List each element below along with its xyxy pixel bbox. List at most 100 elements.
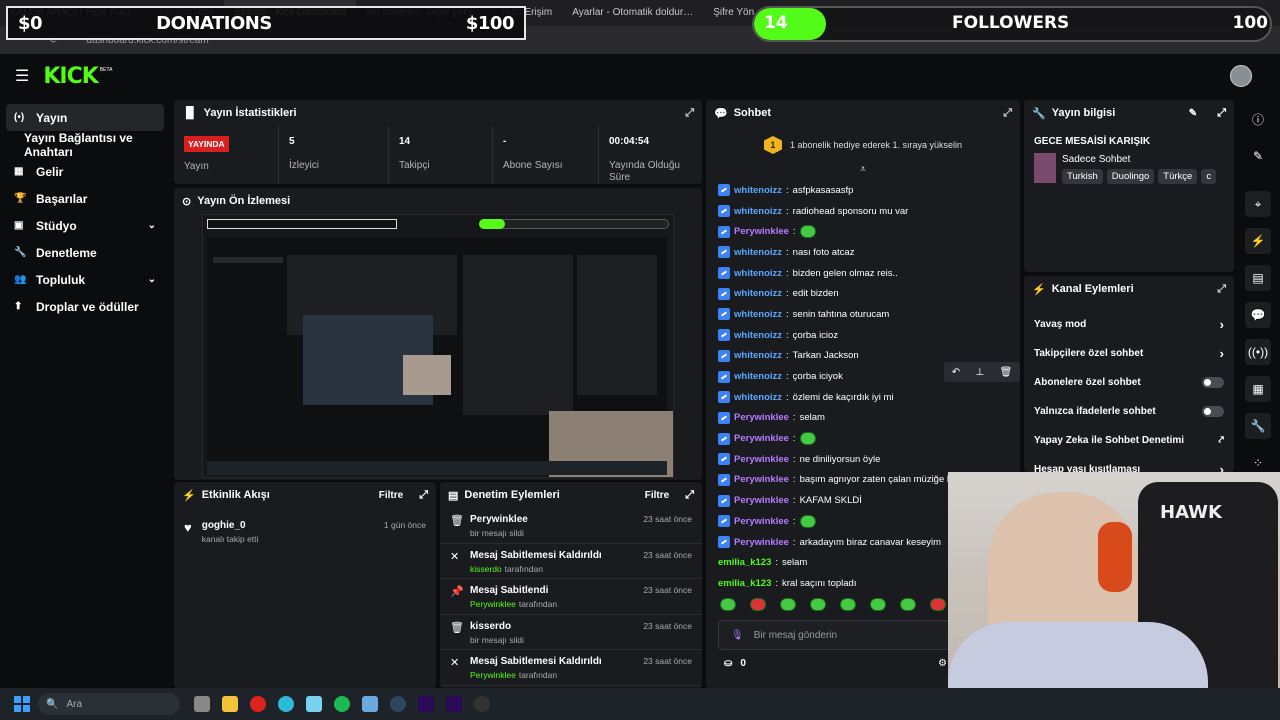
chat-message[interactable]: Perywinklee: ne diniliyorsun öyle <box>718 449 1020 470</box>
emote-icon[interactable] <box>870 598 886 611</box>
sidebar-item-2[interactable]: ▦ Gelir <box>0 158 170 185</box>
emote-icon[interactable] <box>900 598 916 611</box>
sidebar-item-3[interactable]: 🏆 Başarılar <box>0 185 170 212</box>
chat-username[interactable]: whitenoizz <box>734 185 782 196</box>
chat-message[interactable]: whitenoizz: senin tahtına oturucam <box>718 304 1020 325</box>
taskbar-search[interactable]: 🔍 Ara <box>38 693 180 715</box>
task-view-icon[interactable] <box>194 696 210 712</box>
trash-icon[interactable]: 🗑 <box>1000 367 1013 378</box>
sidebar-item-5[interactable]: 🔧 Denetleme <box>0 239 170 266</box>
chat-username[interactable]: Perywinklee <box>734 454 789 465</box>
emote-icon[interactable] <box>750 598 766 611</box>
sidebar-item-0[interactable]: (•) Yayın <box>6 104 164 131</box>
tag-chip[interactable]: Duolingo <box>1106 169 1155 184</box>
flash-icon[interactable]: ⚡ <box>1245 228 1271 254</box>
chat-input-placeholder[interactable]: Bir mesaj gönderin <box>754 630 837 641</box>
broadcast-icon[interactable]: ((•)) <box>1245 339 1271 365</box>
expand-icon[interactable]: ⤢ <box>419 489 428 502</box>
emote-icon[interactable] <box>780 598 796 611</box>
chat-username[interactable]: Perywinklee <box>734 412 789 423</box>
info-icon[interactable]: ⓘ <box>1245 106 1271 132</box>
chat-username[interactable]: whitenoizz <box>734 330 782 341</box>
chevron-down-icon[interactable]: ⌄ <box>148 274 156 285</box>
sidebar-item-1[interactable]: Yayın Bağlantısı ve Anahtarı <box>0 131 170 159</box>
layout-icon[interactable]: ▦ <box>1245 376 1271 402</box>
file-explorer-icon[interactable] <box>222 696 238 712</box>
mod-action-item[interactable]: ✕ Mesaj Sabitlemesi Kaldırıldı Perywinklee… <box>440 650 702 686</box>
expand-icon[interactable]: ⤢ <box>685 489 694 502</box>
emote-icon[interactable] <box>720 598 736 611</box>
chevron-right-icon[interactable]: › <box>1220 346 1224 361</box>
steam-icon[interactable] <box>390 696 406 712</box>
channel-action-item[interactable]: Abonelere özel sohbet <box>1024 368 1234 397</box>
external-link-icon[interactable]: ⤤ <box>1218 435 1224 446</box>
chat-icon[interactable]: 💬 <box>1245 302 1271 328</box>
chat-message[interactable]: whitenoizz: özlemi de kaçırdık iyi mi <box>718 387 1020 408</box>
document-icon[interactable]: ▤ <box>1245 265 1271 291</box>
toggle-switch[interactable] <box>1202 377 1224 388</box>
opera-icon[interactable] <box>250 696 266 712</box>
target-icon[interactable]: ⌖ <box>1245 191 1271 217</box>
chat-message[interactable]: Perywinklee: <box>718 221 1020 242</box>
chat-username[interactable]: emilia_k123 <box>718 557 771 568</box>
chat-message[interactable]: whitenoizz: nası foto atcaz <box>718 242 1020 263</box>
expand-icon[interactable]: ⤢ <box>1003 107 1012 120</box>
emote-icon[interactable] <box>810 598 826 611</box>
chat-username[interactable]: Perywinklee <box>734 495 789 506</box>
chat-username[interactable]: whitenoizz <box>734 371 782 382</box>
points-icon[interactable]: ⛀ <box>724 658 732 669</box>
kick-logo[interactable]: KICK <box>43 64 98 89</box>
chevron-down-icon[interactable]: ⌄ <box>148 220 156 231</box>
sidebar-item-7[interactable]: ⬆ Droplar ve ödüller <box>0 293 170 320</box>
chat-message[interactable]: whitenoizz: bizden gelen olmaz reis.. <box>718 263 1020 284</box>
chat-username[interactable]: whitenoizz <box>734 392 782 403</box>
avatar[interactable] <box>1230 65 1252 87</box>
chat-username[interactable]: Perywinklee <box>734 474 789 485</box>
category-thumbnail[interactable] <box>1034 153 1056 183</box>
chat-username[interactable]: emilia_k123 <box>718 578 771 589</box>
windows-start-icon[interactable] <box>14 696 30 712</box>
toggle-switch[interactable] <box>1202 406 1224 417</box>
spotify-icon[interactable] <box>334 696 350 712</box>
chat-username[interactable]: Perywinklee <box>734 226 789 237</box>
expand-icon[interactable]: ⤢ <box>685 107 694 120</box>
notepad-icon[interactable] <box>306 696 322 712</box>
mod-action-item[interactable]: ✕ Mesaj Sabitlemesi Kaldırıldı kisserdo tar… <box>440 544 702 579</box>
premiere-icon[interactable] <box>446 696 462 712</box>
mod-action-item[interactable]: 🗑 kisserdo bir mesajı sildi 23 saat önce <box>440 615 702 650</box>
mic-icon[interactable]: 🎙 <box>731 630 744 641</box>
photos-icon[interactable] <box>362 696 378 712</box>
chat-message[interactable]: whitenoizz: çorba icioz <box>718 325 1020 346</box>
category-name[interactable]: Sadece Sohbet <box>1062 154 1216 165</box>
chat-username[interactable]: whitenoizz <box>734 288 782 299</box>
channel-action-item[interactable]: Hesap yaşı kısıtlaması › <box>1024 455 1234 472</box>
emote-icon[interactable] <box>930 598 946 611</box>
chat-username[interactable]: whitenoizz <box>734 268 782 279</box>
chat-username[interactable]: Perywinklee <box>734 433 789 444</box>
browser-tab[interactable]: Ayarlar - Otomatik doldur… <box>562 0 703 26</box>
gift-banner[interactable]: 1 1 abonelik hediye ederek 1. sıraya yük… <box>706 126 1020 164</box>
chat-message[interactable]: Perywinklee: <box>718 428 1020 449</box>
activity-filter-button[interactable]: Filtre <box>379 490 403 501</box>
obs-icon[interactable] <box>474 696 490 712</box>
chat-username[interactable]: whitenoizz <box>734 309 782 320</box>
chat-message[interactable]: Perywinklee: selam <box>718 408 1020 429</box>
expand-icon[interactable]: ⤢ <box>1217 107 1226 120</box>
activity-item[interactable]: ♥ goghie_0 kanalı takip etti 1 gün önce <box>174 508 436 556</box>
tag-chip[interactable]: Turkish <box>1062 169 1103 184</box>
mod-action-item[interactable]: 🗑 Perywinklee bir mesajı sildi 23 saat önce <box>440 508 702 544</box>
mod-filter-button[interactable]: Filtre <box>645 490 669 501</box>
sidebar-item-6[interactable]: 👥 Topluluk ⌄ <box>0 266 170 293</box>
chat-message[interactable]: whitenoizz: asfpkasasasfp <box>718 180 1020 201</box>
stream-preview-video[interactable] <box>202 214 674 478</box>
channel-action-item[interactable]: Takipçilere özel sohbet › <box>1024 339 1234 368</box>
edit-icon[interactable]: ✎ <box>1189 108 1197 119</box>
tag-chip[interactable]: c <box>1201 169 1217 184</box>
channel-action-item[interactable]: Yapay Zeka ile Sohbet Denetimi ⤤ <box>1024 426 1234 455</box>
channel-action-item[interactable]: Yavaş mod › <box>1024 310 1234 339</box>
after-effects-icon[interactable] <box>418 696 434 712</box>
reply-icon[interactable]: ↶ <box>952 367 960 378</box>
chat-username[interactable]: whitenoizz <box>734 350 782 361</box>
chat-username[interactable]: whitenoizz <box>734 247 782 258</box>
chevron-right-icon[interactable]: › <box>1220 317 1224 332</box>
